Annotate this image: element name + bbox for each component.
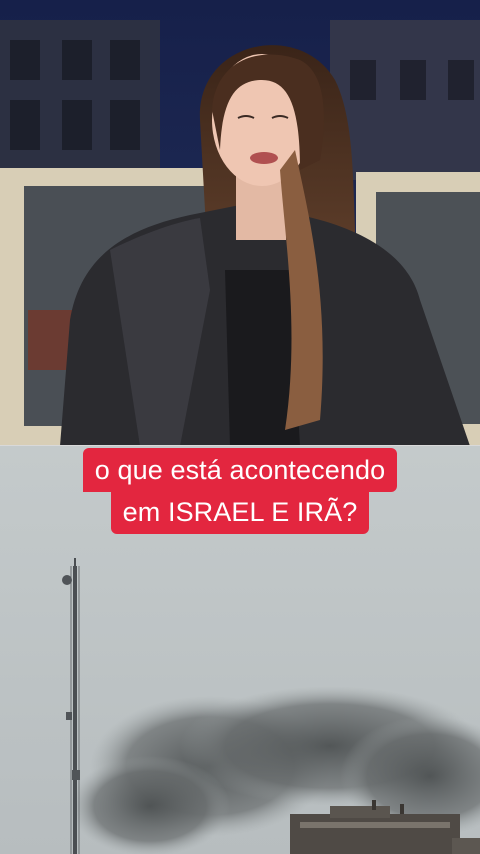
background-building-left: [0, 20, 160, 180]
caption-line-2: em ISRAEL E IRÃ?: [110, 490, 370, 534]
reporter-video-frame: [0, 0, 480, 446]
reporter-scene: [0, 0, 480, 446]
caption-line-1: o que está acontecendo: [82, 448, 398, 492]
video-caption: o que está acontecendo em ISRAEL E IRÃ?: [0, 446, 480, 534]
background-building-right: [330, 20, 480, 180]
